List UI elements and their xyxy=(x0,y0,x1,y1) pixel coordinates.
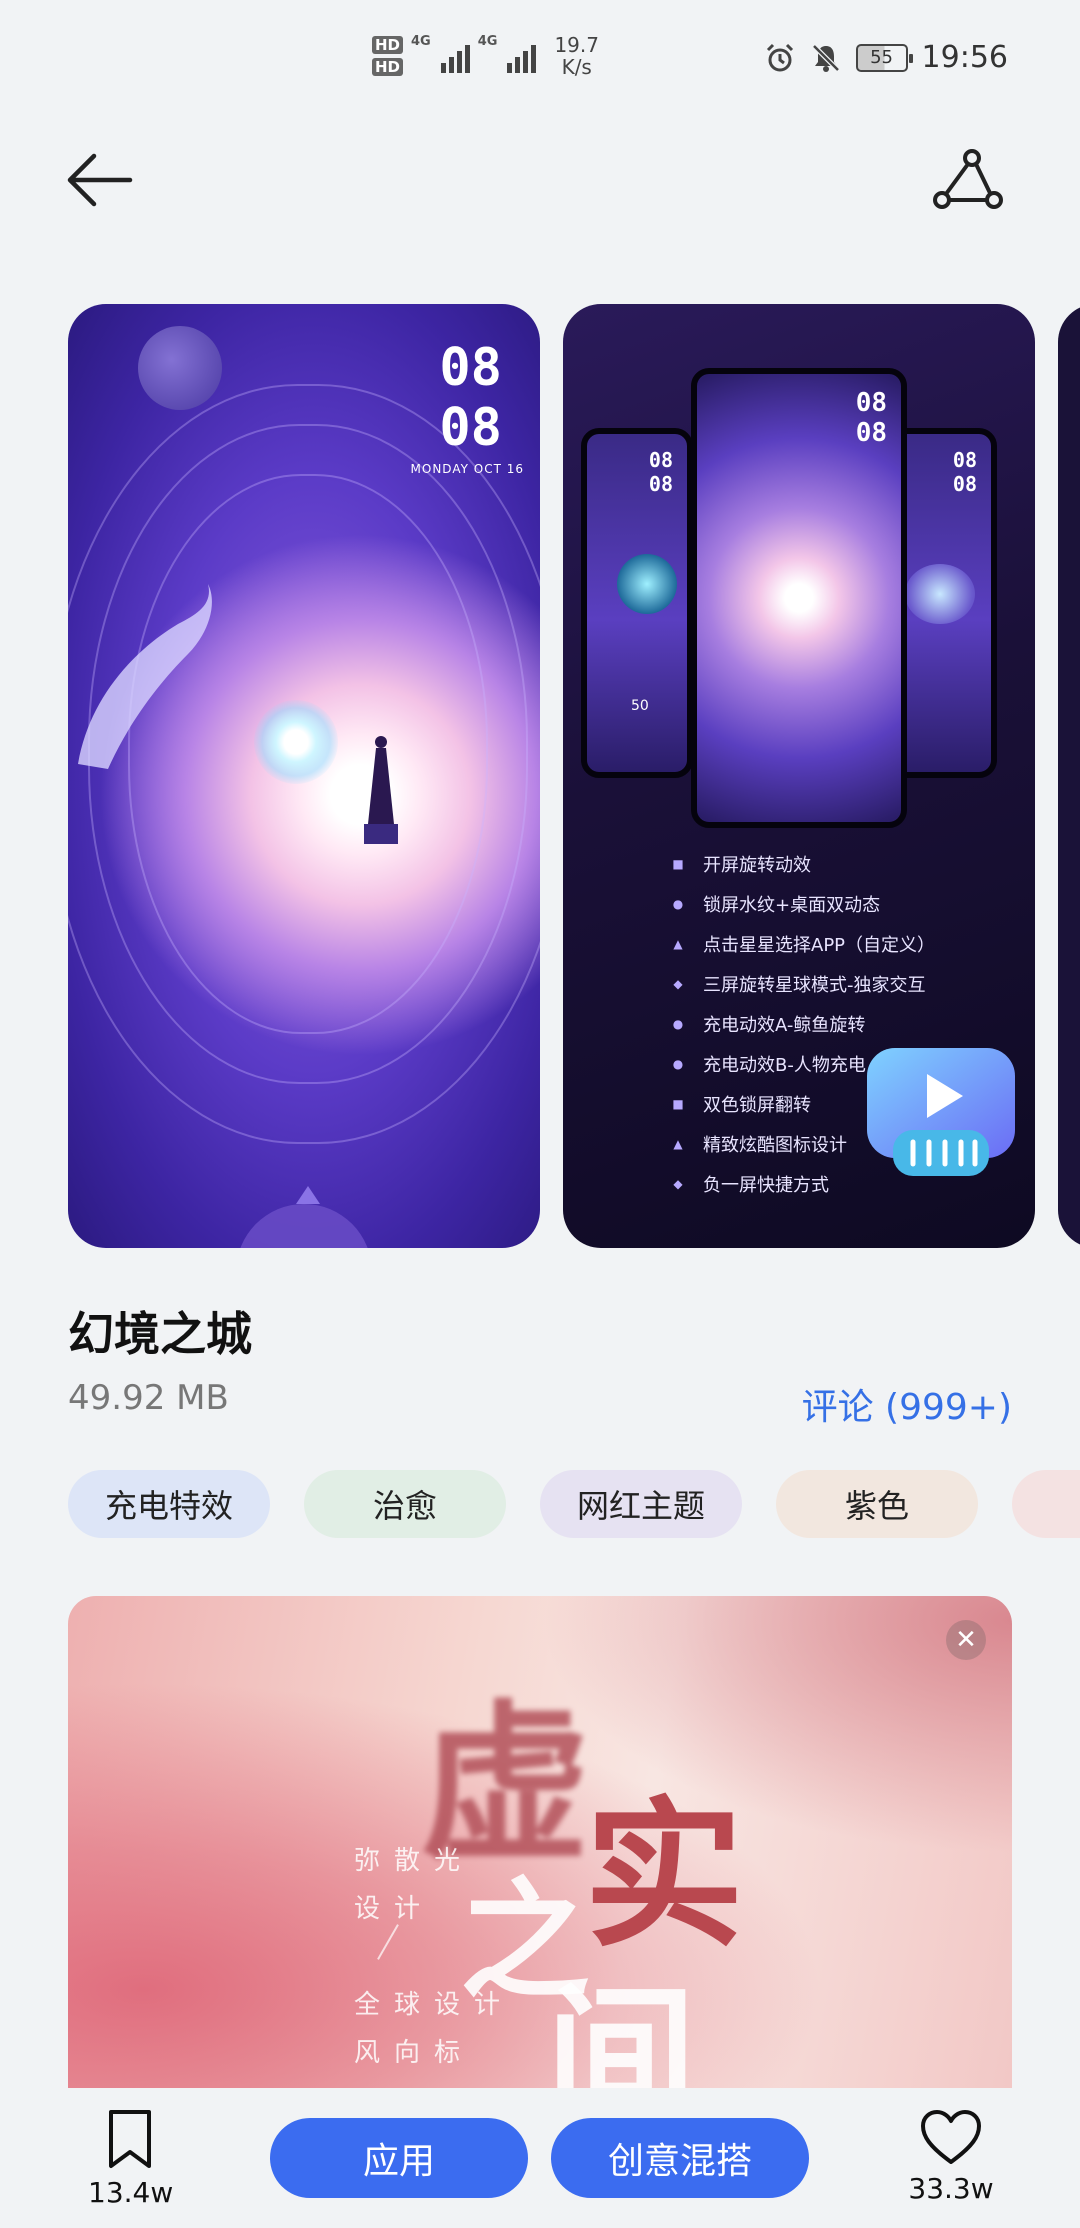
wallpaper-clock: 08 08 xyxy=(439,338,502,458)
back-button[interactable] xyxy=(64,148,136,212)
triangle-graphic xyxy=(296,1186,320,1204)
alarm-icon xyxy=(766,43,793,71)
close-banner-button[interactable]: ✕ xyxy=(946,1620,986,1660)
tag-trending-theme[interactable]: 网红主题 xyxy=(540,1470,742,1538)
hd-badge-2: HD xyxy=(372,58,404,76)
signal-icon xyxy=(440,39,470,73)
preview-image-lockscreen[interactable]: 08 08 MONDAY OCT 16 xyxy=(68,304,540,1248)
divider xyxy=(377,1924,399,1960)
status-bar: HD HD 4G 4G 19.7 K/s 55 19:56 xyxy=(0,0,1080,120)
creative-mix-button[interactable]: 创意混搭 xyxy=(551,2118,809,2198)
banner-char: 间 xyxy=(546,1969,697,2088)
apply-button[interactable]: 应用 xyxy=(270,2118,528,2198)
hd-badge-1: HD xyxy=(372,36,404,54)
list-item: ● 充电动效A-鲸鱼旋转 xyxy=(672,1015,866,1036)
theme-size: 49.92 MB xyxy=(68,1378,229,1418)
list-item: ■ 开屏旋转动效 xyxy=(672,855,811,876)
list-item: ● 锁屏水纹+桌面双动态 xyxy=(672,895,881,916)
star-graphic xyxy=(254,700,338,784)
network-status: HD HD 4G 4G 19.7 K/s xyxy=(372,34,599,78)
reviews-link[interactable]: 评论 (999+) xyxy=(802,1378,1012,1430)
battery-icon: 55 xyxy=(855,43,913,72)
preview-carousel[interactable]: 08 08 MONDAY OCT 16 08 08 50 08 08 08 08… xyxy=(0,304,1080,1250)
like-button[interactable]: 33.3w xyxy=(906,2108,996,2205)
banner-text: 风向标 xyxy=(354,2038,475,2068)
theme-title: 幻境之城 xyxy=(68,1307,252,1361)
promo-banner[interactable]: 虚 实 之 间 弥散光 设计 全球设计 风向标 ✕ xyxy=(68,1596,1012,2088)
network-speed: 19.7 K/s xyxy=(554,33,599,79)
tag-healing[interactable]: 治愈 xyxy=(304,1470,506,1538)
bookmark-button[interactable]: 13.4w xyxy=(88,2108,174,2209)
status-time: 19:56 xyxy=(921,40,1008,75)
network-type-1: 4G xyxy=(411,34,431,49)
tag-purple[interactable]: 紫色 xyxy=(776,1470,978,1538)
phone-mockup-left: 08 08 50 xyxy=(581,428,693,778)
play-video-icon[interactable] xyxy=(863,1044,1019,1180)
like-count: 33.3w xyxy=(908,2172,994,2205)
banner-text: 设计 xyxy=(354,1894,435,1924)
preview-image-features[interactable]: 08 08 50 08 08 08 08 ■ 开屏旋转动效 ● 锁屏水纹+桌面双动态… xyxy=(563,304,1035,1248)
share-icon xyxy=(933,149,1003,209)
back-arrow-icon xyxy=(67,153,133,207)
banner-text: 弥散光 xyxy=(354,1846,475,1876)
planet-graphic xyxy=(236,1204,372,1248)
banner-text: 全球设计 xyxy=(354,1990,515,2020)
whale-graphic xyxy=(78,584,212,769)
moon-graphic xyxy=(138,326,222,410)
bottom-action-bar: 13.4w 应用 创意混搭 33.3w xyxy=(0,2088,1080,2228)
heart-icon xyxy=(921,2110,981,2164)
list-item: ◆ 三屏旋转星球模式-独家交互 xyxy=(673,975,926,996)
girl-silhouette xyxy=(364,736,398,844)
wallpaper-date: MONDAY OCT 16 xyxy=(410,462,524,476)
list-item: ▲ 点击星星选择APP（自定义） xyxy=(673,935,936,956)
bookmark-count: 13.4w xyxy=(88,2176,174,2209)
mute-icon xyxy=(811,43,840,72)
tag-charging-effect[interactable]: 充电特效 xyxy=(68,1470,270,1538)
bookmark-icon xyxy=(109,2110,151,2168)
signal-icon xyxy=(507,39,537,73)
tag-list: 充电特效 治愈 网红主题 紫色 xyxy=(68,1470,1080,1538)
share-button[interactable] xyxy=(932,148,1004,212)
preview-image-next[interactable] xyxy=(1058,304,1080,1248)
network-type-2: 4G xyxy=(477,34,498,49)
phone-mockup-center: 08 08 xyxy=(691,368,907,828)
tag-more[interactable] xyxy=(1012,1470,1080,1538)
